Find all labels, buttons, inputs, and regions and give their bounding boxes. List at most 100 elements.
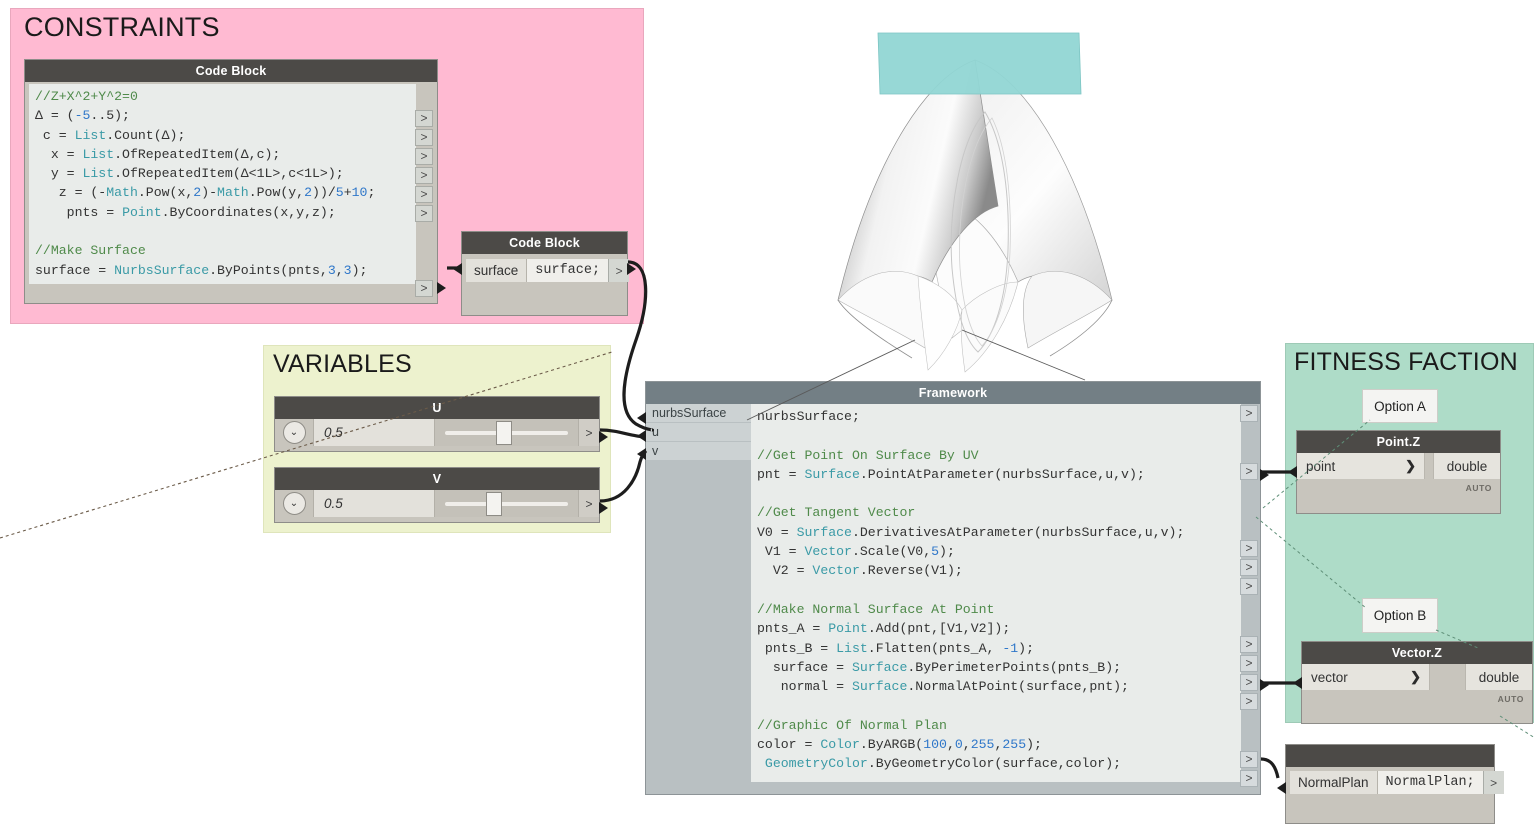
wire-nub-in-nurbssurface bbox=[637, 412, 646, 424]
slider-v-rail bbox=[445, 501, 568, 506]
slider-u-knob[interactable] bbox=[496, 420, 512, 445]
group-fitness-title: FITNESS FACTION bbox=[1294, 348, 1518, 376]
framework-out-color[interactable]: > bbox=[1240, 751, 1258, 768]
framework-output-ports: > > > > > > > > > > > bbox=[1240, 405, 1258, 793]
framework-out-normal[interactable]: > bbox=[1240, 693, 1258, 710]
node-vector-z[interactable]: Vector.Z vector ❯ double AUTO bbox=[1293, 641, 1533, 724]
vector-z-io-row: vector ❯ double bbox=[1302, 664, 1532, 690]
normal-plan-input[interactable]: NormalPlan bbox=[1290, 771, 1378, 794]
point-z-auto-badge: AUTO bbox=[1297, 479, 1500, 497]
wire-nub-out-surface2 bbox=[627, 263, 636, 275]
normal-plane-preview bbox=[877, 32, 1082, 95]
code-block-surface-editor[interactable]: surface; bbox=[527, 259, 609, 282]
point-z-io-row: point ❯ double bbox=[1297, 453, 1500, 479]
vector-z-output-port[interactable]: double bbox=[1465, 664, 1532, 690]
output-port-4[interactable]: > bbox=[415, 186, 433, 203]
wire-nub-out-v bbox=[599, 502, 608, 514]
callout-option-b[interactable]: Option B bbox=[1362, 598, 1438, 633]
chevron-down-icon: ⌄ bbox=[282, 492, 306, 515]
slider-u-value[interactable]: 0.5 bbox=[314, 419, 435, 446]
vector-z-input-label: vector bbox=[1311, 669, 1348, 685]
wire-nub-in-normalplan bbox=[1277, 782, 1286, 794]
output-port-3[interactable]: > bbox=[415, 167, 433, 184]
node-slider-u[interactable]: U ⌄ 0.5 > bbox=[274, 396, 608, 452]
framework-input-ports: nurbsSurface u v bbox=[646, 404, 751, 794]
slider-u-track[interactable] bbox=[435, 419, 578, 446]
code-block-surface-input[interactable]: surface bbox=[466, 259, 528, 282]
output-port-surface[interactable]: > bbox=[415, 280, 433, 297]
group-variables-title: VARIABLES bbox=[273, 350, 412, 378]
chevron-down-icon: ⌄ bbox=[282, 421, 306, 444]
node-code-block-main-title: Code Block bbox=[25, 60, 437, 82]
output-port-5[interactable]: > bbox=[415, 205, 433, 222]
framework-out-geomcolor[interactable]: > bbox=[1240, 770, 1258, 787]
node-slider-v[interactable]: V ⌄ 0.5 > bbox=[274, 467, 608, 523]
callout-option-a[interactable]: Option A bbox=[1362, 389, 1438, 423]
framework-input-nurbssurface[interactable]: nurbsSurface bbox=[646, 404, 751, 423]
wire-nub-in-v bbox=[637, 448, 646, 460]
point-z-input-label: point bbox=[1306, 458, 1336, 474]
wire-nub-in-surface bbox=[453, 263, 462, 275]
code-block-surface-row: surface surface; > bbox=[466, 259, 630, 282]
wire-nub-out-pnt bbox=[1260, 469, 1269, 481]
slider-v-row: ⌄ 0.5 > bbox=[275, 490, 599, 517]
wire-nub-in-point bbox=[1288, 466, 1297, 478]
nurbs-surface-preview bbox=[837, 59, 1113, 373]
vector-z-input-port[interactable]: vector ❯ bbox=[1302, 664, 1430, 690]
point-z-spacer bbox=[1425, 453, 1433, 479]
point-z-output-port[interactable]: double bbox=[1433, 453, 1500, 479]
node-point-z-title: Point.Z bbox=[1297, 431, 1500, 453]
slider-v-track[interactable] bbox=[435, 490, 578, 517]
slider-v-knob[interactable] bbox=[486, 491, 502, 516]
framework-out-surface[interactable]: > bbox=[1240, 674, 1258, 691]
node-point-z[interactable]: Point.Z point ❯ double AUTO bbox=[1288, 430, 1501, 514]
code-block-main-ports: > > > > > > > bbox=[415, 84, 433, 303]
code-block-surface-port[interactable]: > bbox=[608, 259, 630, 282]
node-code-block-surface-title: Code Block bbox=[462, 232, 627, 254]
normal-plan-editor[interactable]: NormalPlan; bbox=[1377, 771, 1483, 794]
group-constraints-title: CONSTRAINTS bbox=[24, 12, 220, 42]
wire-nub-out-normal bbox=[1260, 679, 1269, 691]
wire-nub-in-vector bbox=[1293, 677, 1302, 689]
wire-nub-out-surface bbox=[437, 282, 446, 294]
output-port-2[interactable]: > bbox=[415, 148, 433, 165]
framework-out-v2[interactable]: > bbox=[1240, 578, 1258, 595]
node-slider-v-title: V bbox=[275, 468, 599, 490]
node-vector-z-title: Vector.Z bbox=[1302, 642, 1532, 664]
output-port-1[interactable]: > bbox=[415, 129, 433, 146]
framework-out-pnt[interactable]: > bbox=[1240, 463, 1258, 480]
framework-out-pntsb[interactable]: > bbox=[1240, 655, 1258, 672]
slider-u-port[interactable]: > bbox=[578, 419, 599, 446]
slider-u-row: ⌄ 0.5 > bbox=[275, 419, 599, 446]
wire-nub-in-u bbox=[637, 430, 646, 442]
slider-u-expand[interactable]: ⌄ bbox=[275, 419, 314, 446]
node-code-block-main[interactable]: Code Block //Z+X^2+Y^2=0 Δ = (-5..5); c … bbox=[24, 59, 446, 304]
framework-out-0[interactable]: > bbox=[1240, 405, 1258, 422]
point-z-input-port[interactable]: point ❯ bbox=[1297, 453, 1425, 479]
node-normal-plan[interactable]: NormalPlan NormalPlan; > bbox=[1277, 744, 1504, 824]
framework-input-u[interactable]: u bbox=[646, 423, 751, 442]
code-block-main-editor[interactable]: //Z+X^2+Y^2=0 Δ = (-5..5); c = List.Coun… bbox=[29, 84, 416, 284]
framework-code-editor[interactable]: nurbsSurface; //Get Point On Surface By … bbox=[751, 404, 1241, 782]
node-code-block-surface[interactable]: Code Block surface surface; > bbox=[453, 231, 636, 316]
node-framework-title: Framework bbox=[646, 382, 1260, 404]
normal-plan-row: NormalPlan NormalPlan; > bbox=[1290, 771, 1504, 794]
node-normal-plan-title bbox=[1286, 745, 1494, 767]
framework-out-pntsa[interactable]: > bbox=[1240, 636, 1258, 653]
node-framework[interactable]: Framework nurbsSurface u v nurbsSurface;… bbox=[637, 381, 1269, 795]
slider-v-expand[interactable]: ⌄ bbox=[275, 490, 314, 517]
framework-out-v0[interactable]: > bbox=[1240, 540, 1258, 557]
chevron-right-icon: ❯ bbox=[1410, 669, 1421, 684]
slider-v-port[interactable]: > bbox=[578, 490, 599, 517]
slider-v-value[interactable]: 0.5 bbox=[314, 490, 435, 517]
vector-z-auto-badge: AUTO bbox=[1302, 690, 1532, 708]
normal-plan-port[interactable]: > bbox=[1482, 771, 1504, 794]
chevron-right-icon: ❯ bbox=[1405, 458, 1416, 473]
framework-out-v1[interactable]: > bbox=[1240, 559, 1258, 576]
wire-nub-out-u bbox=[599, 431, 608, 443]
framework-input-v[interactable]: v bbox=[646, 442, 751, 461]
output-port-0[interactable]: > bbox=[415, 110, 433, 127]
node-slider-u-title: U bbox=[275, 397, 599, 419]
dynamo-graph-canvas: CONSTRAINTS Code Block //Z+X^2+Y^2=0 Δ =… bbox=[0, 0, 1535, 832]
vector-z-spacer bbox=[1430, 664, 1465, 690]
